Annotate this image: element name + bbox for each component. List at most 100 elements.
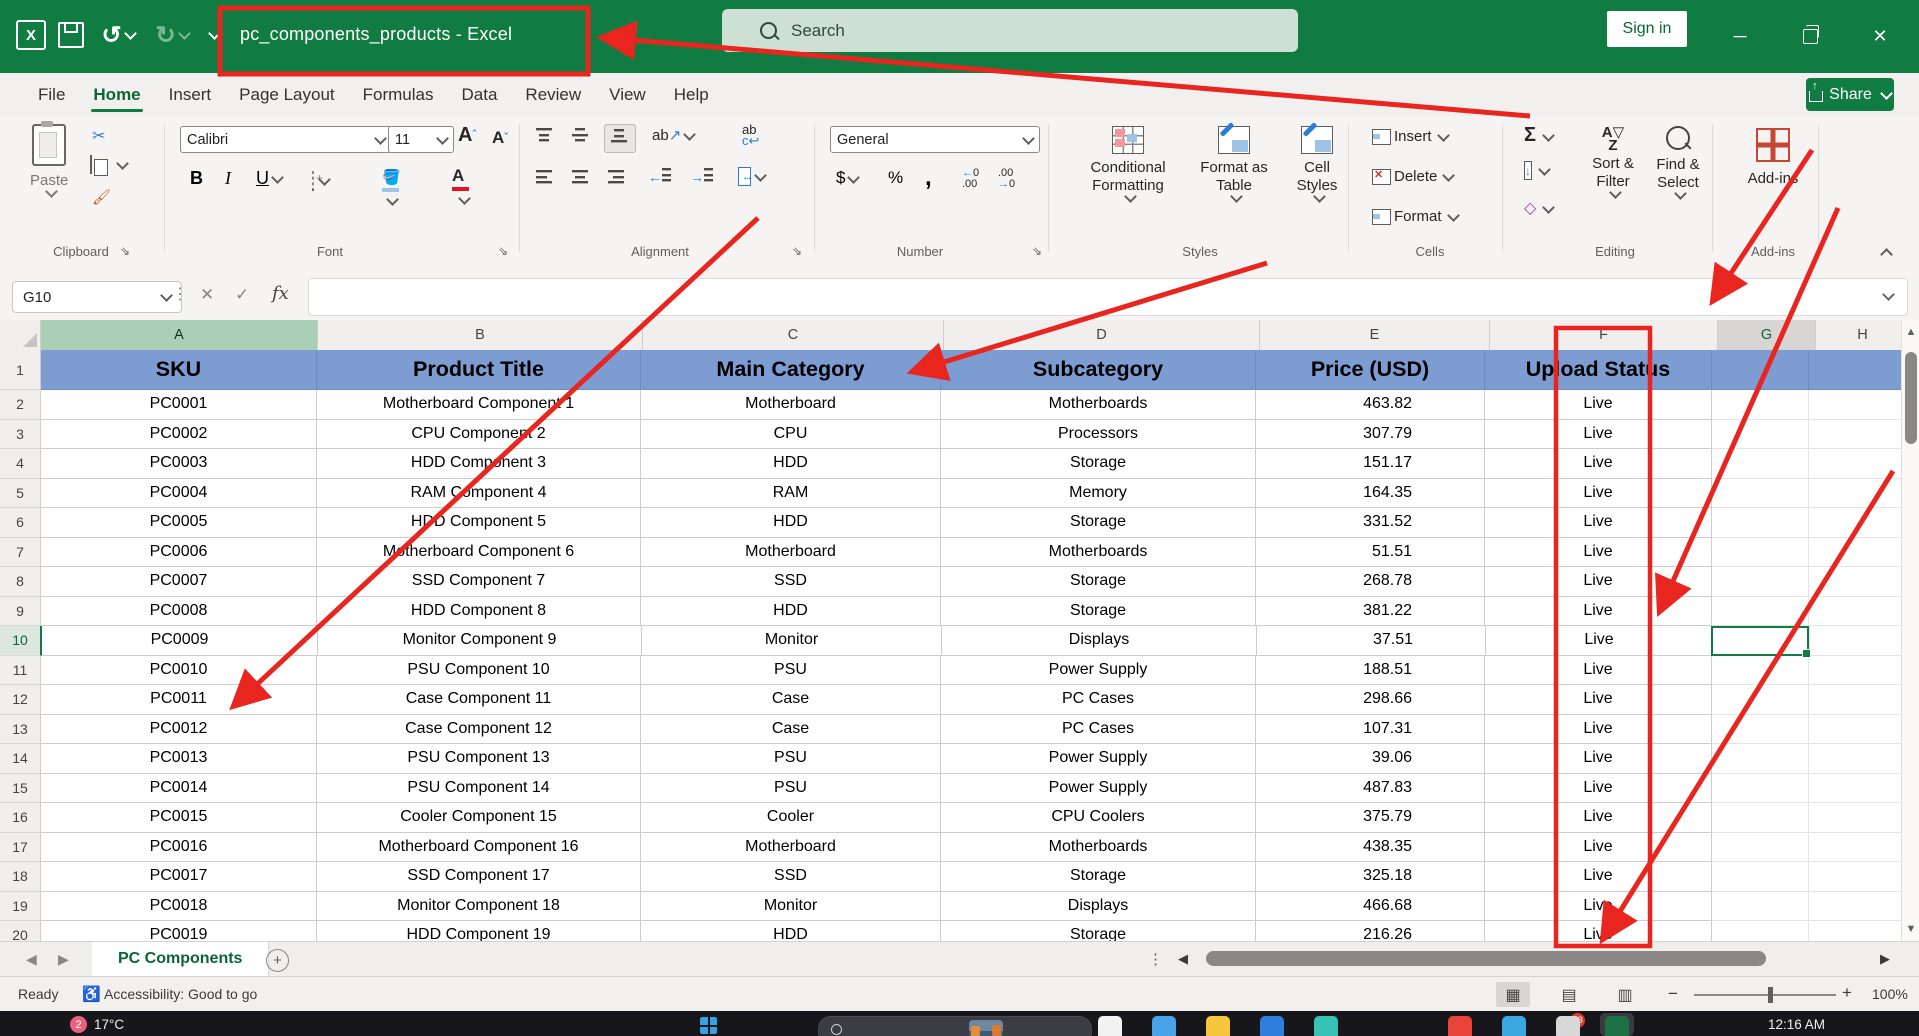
format-painter-button[interactable]: 🖌: [92, 188, 111, 207]
cell-G8[interactable]: [1712, 567, 1809, 597]
cell-F5[interactable]: Live: [1485, 479, 1712, 509]
decrease-indent-button[interactable]: ←: [648, 168, 672, 185]
cell-B19[interactable]: Monitor Component 18: [317, 892, 641, 922]
restore-button[interactable]: [1790, 20, 1830, 52]
cell-H5[interactable]: [1809, 479, 1901, 509]
cell-F12[interactable]: Live: [1485, 685, 1712, 715]
tab-insert[interactable]: Insert: [155, 76, 226, 114]
cell-F11[interactable]: Live: [1485, 656, 1712, 686]
cell-H19[interactable]: [1809, 892, 1901, 922]
cell-D8[interactable]: Storage: [941, 567, 1256, 597]
cell-C11[interactable]: PSU: [641, 656, 941, 686]
sheet-nav-right-icon[interactable]: ▶: [58, 951, 69, 968]
taskbar-clock[interactable]: 12:16 AM: [1768, 1017, 1825, 1032]
decrease-decimal-button[interactable]: .00→0: [998, 168, 1015, 190]
cell-H18[interactable]: [1809, 862, 1901, 892]
cell-D16[interactable]: CPU Coolers: [941, 803, 1256, 833]
cell-D11[interactable]: Power Supply: [941, 656, 1256, 686]
cell-C16[interactable]: Cooler: [641, 803, 941, 833]
cell-F9[interactable]: Live: [1485, 597, 1712, 627]
cell-C7[interactable]: Motherboard: [641, 538, 941, 568]
zoom-level[interactable]: 100%: [1872, 986, 1908, 1002]
cell-B9[interactable]: HDD Component 8: [317, 597, 641, 627]
cell-F16[interactable]: Live: [1485, 803, 1712, 833]
tab-home[interactable]: Home: [79, 76, 154, 114]
tab-formulas[interactable]: Formulas: [349, 76, 448, 114]
cell-F6[interactable]: Live: [1485, 508, 1712, 538]
cell-H11[interactable]: [1809, 656, 1901, 686]
cell-H4[interactable]: [1809, 449, 1901, 479]
insert-cells-button[interactable]: Insert: [1372, 128, 1448, 145]
column-header-B[interactable]: B: [318, 320, 643, 351]
cell-E1[interactable]: Price (USD): [1256, 350, 1485, 390]
cell-C2[interactable]: Motherboard: [641, 390, 941, 420]
tab-help[interactable]: Help: [660, 76, 723, 114]
cell-G7[interactable]: [1712, 538, 1809, 568]
copy-button[interactable]: [90, 156, 92, 174]
formula-input[interactable]: [308, 278, 1908, 316]
cell-E8[interactable]: 268.78: [1256, 567, 1485, 597]
row-header-6[interactable]: 6: [0, 508, 41, 538]
cell-C9[interactable]: HDD: [641, 597, 941, 627]
cell-A8[interactable]: PC0007: [41, 567, 317, 597]
cell-D19[interactable]: Displays: [941, 892, 1256, 922]
cell-E14[interactable]: 39.06: [1256, 744, 1485, 774]
font-name-select[interactable]: Calibri: [180, 126, 392, 153]
confirm-entry-icon[interactable]: ✓: [235, 285, 249, 305]
cell-B2[interactable]: Motherboard Component 1: [317, 390, 641, 420]
taskbar-icon-chrome[interactable]: [1448, 1016, 1472, 1036]
cell-C12[interactable]: Case: [641, 685, 941, 715]
cell-D18[interactable]: Storage: [941, 862, 1256, 892]
tab-data[interactable]: Data: [448, 76, 512, 114]
cell-E7[interactable]: 51.51: [1256, 538, 1485, 568]
cell-A6[interactable]: PC0005: [41, 508, 317, 538]
row-header-9[interactable]: 9: [0, 597, 41, 627]
cell-H15[interactable]: [1809, 774, 1901, 804]
cell-A19[interactable]: PC0018: [41, 892, 317, 922]
cell-B1[interactable]: Product Title: [317, 350, 641, 390]
align-left-button[interactable]: [536, 170, 554, 189]
merge-center-button[interactable]: ↔: [738, 168, 765, 186]
expand-formula-bar-chevron-icon[interactable]: [1882, 288, 1895, 301]
column-header-C[interactable]: C: [643, 320, 944, 351]
cell-D20[interactable]: Storage: [941, 921, 1256, 941]
cell-B11[interactable]: PSU Component 10: [317, 656, 641, 686]
cell-F1[interactable]: Upload Status: [1485, 350, 1712, 390]
bottom-align-button[interactable]: [604, 124, 636, 153]
cell-C10[interactable]: Monitor: [642, 626, 942, 656]
cell-D1[interactable]: Subcategory: [941, 350, 1256, 390]
cell-D5[interactable]: Memory: [941, 479, 1256, 509]
cell-C8[interactable]: SSD: [641, 567, 941, 597]
cell-C20[interactable]: HDD: [641, 921, 941, 941]
cell-B10[interactable]: Monitor Component 9: [318, 626, 642, 656]
cell-F2[interactable]: Live: [1485, 390, 1712, 420]
cell-E18[interactable]: 325.18: [1256, 862, 1485, 892]
font-size-select[interactable]: 11: [388, 126, 454, 153]
clear-button[interactable]: ◇: [1524, 198, 1553, 218]
cell-B6[interactable]: HDD Component 5: [317, 508, 641, 538]
add-ins-button[interactable]: Add-ins: [1738, 128, 1808, 188]
cell-A17[interactable]: PC0016: [41, 833, 317, 863]
sort-filter-button[interactable]: A▽Z Sort & Filter: [1582, 126, 1644, 197]
top-align-button[interactable]: [536, 128, 554, 147]
taskbar-icon-edge[interactable]: [1502, 1016, 1526, 1036]
cell-H16[interactable]: [1809, 803, 1901, 833]
italic-button[interactable]: I: [225, 168, 231, 189]
cell-C17[interactable]: Motherboard: [641, 833, 941, 863]
name-box-splitter[interactable]: ⋮: [172, 284, 189, 304]
sign-in-button[interactable]: Sign in: [1607, 11, 1687, 47]
format-cells-button[interactable]: Format: [1372, 208, 1458, 225]
cell-G19[interactable]: [1712, 892, 1809, 922]
cell-A11[interactable]: PC0010: [41, 656, 317, 686]
cell-A5[interactable]: PC0004: [41, 479, 317, 509]
row-header-14[interactable]: 14: [0, 744, 41, 774]
cell-E5[interactable]: 164.35: [1256, 479, 1485, 509]
cell-E19[interactable]: 466.68: [1256, 892, 1485, 922]
undo-button[interactable]: ↺: [96, 18, 140, 52]
column-header-D[interactable]: D: [944, 320, 1260, 351]
autosum-button[interactable]: Σ: [1524, 124, 1553, 147]
fill-color-button[interactable]: 🪣: [382, 168, 401, 210]
number-dialog-launcher-icon[interactable]: ⇘: [1032, 244, 1042, 258]
cell-G15[interactable]: [1712, 774, 1809, 804]
cell-A4[interactable]: PC0003: [41, 449, 317, 479]
